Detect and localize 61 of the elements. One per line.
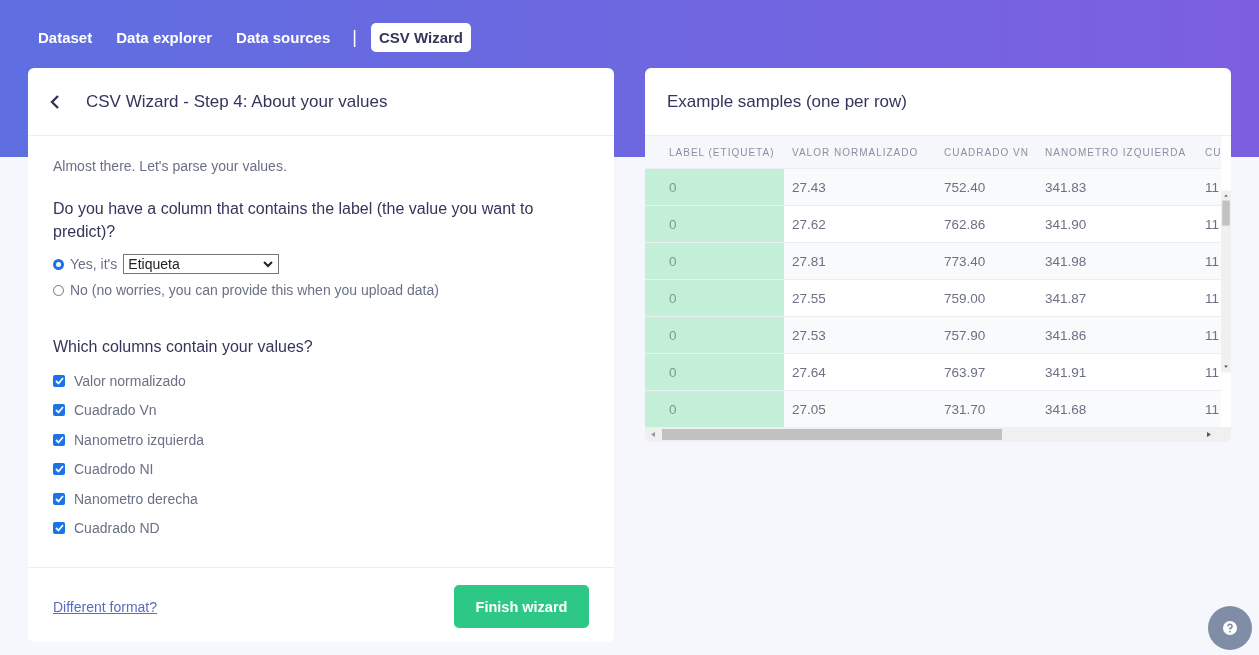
radio-button[interactable] bbox=[53, 284, 64, 296]
column-header: CUADRADO VN bbox=[936, 136, 1037, 168]
table-cell: 27.81 bbox=[784, 242, 936, 279]
table-cell: 27.53 bbox=[784, 316, 936, 353]
checkbox-label: Cuadrado ND bbox=[74, 520, 160, 537]
different-format-link[interactable]: Different format? bbox=[53, 598, 157, 615]
nav-tab[interactable]: Data explorer bbox=[108, 22, 221, 52]
samples-title: Example samples (one per row) bbox=[667, 91, 907, 112]
option-label: No (no worries, you can provide this when you upload data) bbox=[70, 282, 439, 298]
table-cell: 0 bbox=[645, 279, 784, 316]
checkbox[interactable] bbox=[53, 522, 65, 535]
checkbox[interactable] bbox=[53, 492, 65, 505]
checkbox-label: Nanometro derecha bbox=[74, 490, 198, 507]
table-cell: 11 bbox=[1197, 242, 1221, 279]
nav-tab[interactable]: Data sources bbox=[228, 22, 339, 52]
horizontal-scrollbar[interactable] bbox=[645, 427, 1231, 442]
table-cell: 0 bbox=[645, 168, 784, 205]
table-cell: 0 bbox=[645, 390, 784, 427]
help-button[interactable] bbox=[1208, 606, 1252, 650]
wizard-title: CSV Wizard - Step 4: About your values bbox=[86, 91, 388, 112]
column-header: NANOMETRO IZQUIERDA bbox=[1037, 136, 1197, 168]
column-header: VALOR NORMALIZADO bbox=[784, 136, 936, 168]
label-question: Do you have a column that contains the label (the value you want to predict)? bbox=[53, 199, 535, 242]
table-cell: 11 bbox=[1197, 168, 1221, 205]
table-cell: 341.68 bbox=[1037, 390, 1197, 427]
table-cell: 0 bbox=[645, 353, 784, 390]
table-cell: 341.83 bbox=[1037, 168, 1197, 205]
checkbox[interactable] bbox=[53, 433, 65, 446]
table-cell: 11 bbox=[1197, 316, 1221, 353]
checkbox[interactable] bbox=[53, 463, 65, 476]
table-cell: 341.86 bbox=[1037, 316, 1197, 353]
checkbox-label: Cuadrodo NI bbox=[74, 461, 154, 478]
label-column-select[interactable]: Etiqueta bbox=[123, 254, 280, 274]
checkbox[interactable] bbox=[53, 404, 65, 417]
intro-text: Almost there. Let's parse your values. bbox=[53, 158, 288, 174]
table-cell: 0 bbox=[645, 316, 784, 353]
option-label: Yes, it's bbox=[70, 256, 118, 272]
nav-separator: | bbox=[351, 26, 358, 48]
table-cell: 11 bbox=[1197, 390, 1221, 427]
question-icon bbox=[1223, 621, 1237, 635]
table-cell: 27.05 bbox=[784, 390, 936, 427]
checkbox-label: Cuadrado Vn bbox=[74, 402, 157, 419]
table-cell: 773.40 bbox=[936, 242, 1037, 279]
table-cell: 752.40 bbox=[936, 168, 1037, 205]
column-header: CU bbox=[1197, 136, 1221, 168]
checkbox-label: Nanometro izquierda bbox=[74, 431, 204, 448]
nav-tab[interactable]: CSV Wizard bbox=[371, 22, 472, 52]
checkbox-label: Valor normalizado bbox=[74, 372, 186, 389]
caret-icon bbox=[263, 260, 274, 268]
table-cell: 0 bbox=[645, 205, 784, 242]
table-cell: 341.98 bbox=[1037, 242, 1197, 279]
values-question: Which columns contain your values? bbox=[53, 337, 314, 357]
checkbox[interactable] bbox=[53, 374, 65, 387]
table-cell: 0 bbox=[645, 242, 784, 279]
nav-tab[interactable]: Dataset bbox=[30, 22, 101, 52]
radio-button[interactable] bbox=[53, 258, 64, 270]
table-cell: 757.90 bbox=[936, 316, 1037, 353]
table-cell: 731.70 bbox=[936, 390, 1037, 427]
table-cell: 27.43 bbox=[784, 168, 936, 205]
column-header: LABEL (ETIQUETA) bbox=[645, 136, 784, 168]
back-icon[interactable] bbox=[50, 93, 60, 110]
